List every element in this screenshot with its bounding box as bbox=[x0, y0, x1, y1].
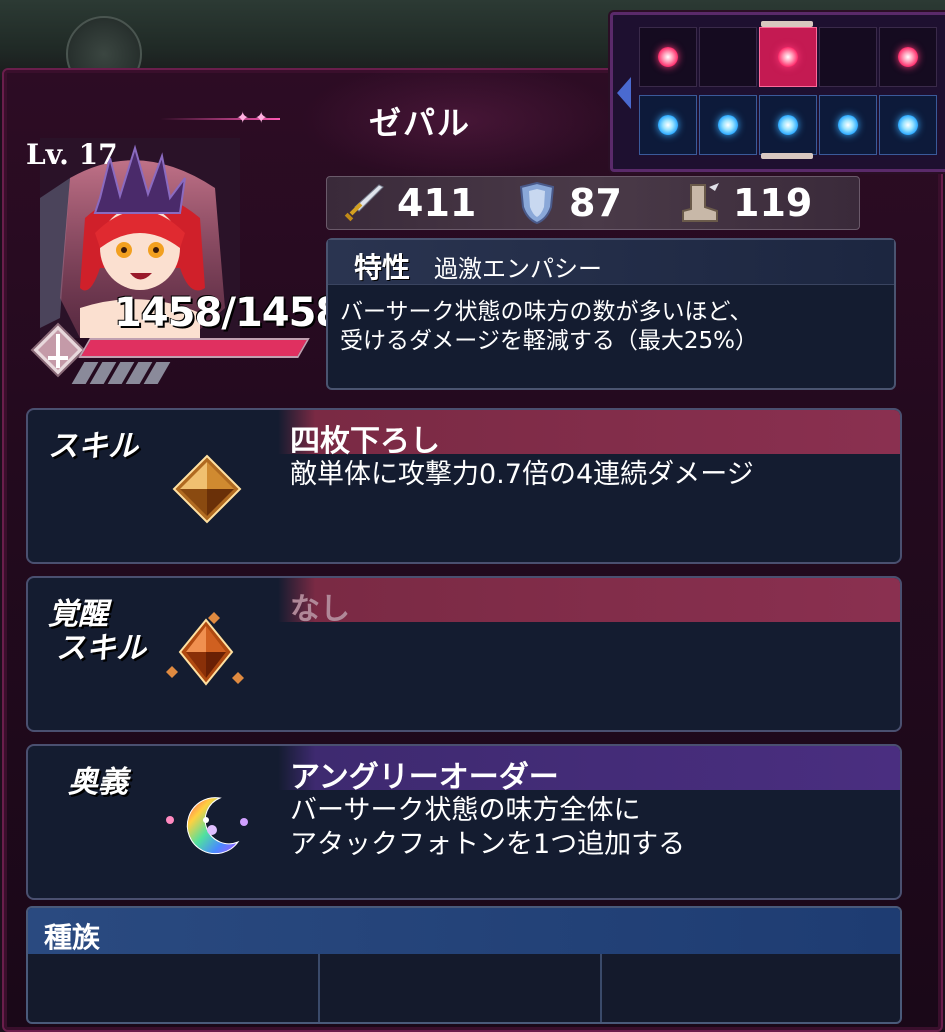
character-level: Lv. 17 bbox=[26, 138, 118, 171]
photon-tab-bottom bbox=[761, 153, 813, 159]
sparkle-icon: ✦ ✦ bbox=[236, 108, 268, 127]
awakened-skill-label: 覚醒 スキル bbox=[48, 598, 146, 666]
blue-photon-icon bbox=[718, 115, 738, 135]
ougi-description-line: アタックフォトンを1つ追加する bbox=[290, 829, 686, 860]
race-panel: 種族 bbox=[26, 906, 902, 1024]
stats-bar: 411 87 119 bbox=[326, 176, 860, 230]
photon-slot bbox=[879, 95, 937, 155]
photon-row bbox=[639, 95, 939, 155]
blue-photon-icon bbox=[838, 115, 858, 135]
race-slot bbox=[320, 954, 602, 1022]
photon-slot bbox=[639, 27, 697, 87]
awakened-skill-panel[interactable]: 覚醒 スキル なし bbox=[26, 576, 902, 732]
photon-slot bbox=[639, 95, 697, 155]
shield-icon bbox=[519, 181, 555, 225]
photon-slot bbox=[819, 27, 877, 87]
defense-value: 87 bbox=[569, 181, 622, 225]
blue-photon-icon bbox=[778, 115, 798, 135]
trait-description: バーサーク状態の味方の数が多いほど、 受けるダメージを軽減する（最大25%） bbox=[340, 298, 880, 356]
skill-description: 敵単体に攻撃力0.7倍の4連続ダメージ bbox=[290, 459, 754, 490]
red-photon-icon bbox=[898, 47, 918, 67]
defense-stat: 87 bbox=[517, 177, 622, 229]
ougi-name: アングリーオーダー bbox=[290, 760, 559, 795]
race-title: 種族 bbox=[44, 921, 101, 954]
trait-header: 特性 過激エンパシー bbox=[328, 240, 894, 285]
sword-icon bbox=[344, 184, 384, 222]
attack-stat: 411 bbox=[341, 177, 476, 229]
attack-value: 411 bbox=[397, 181, 477, 225]
red-photon-icon bbox=[778, 47, 798, 67]
trait-description-line: バーサーク状態の味方の数が多いほど、 bbox=[340, 299, 753, 325]
photon-slot bbox=[879, 27, 937, 87]
ougi-label: 奥義 bbox=[68, 765, 128, 800]
speed-value: 119 bbox=[733, 181, 813, 225]
trait-description-line: 受けるダメージを軽減する（最大25%） bbox=[340, 328, 758, 354]
photon-panel bbox=[610, 12, 945, 172]
photon-slot bbox=[699, 27, 757, 87]
gauge-stripes bbox=[71, 362, 171, 384]
trait-name: 過激エンパシー bbox=[434, 255, 602, 283]
photon-arrow-icon bbox=[617, 77, 631, 109]
race-slot bbox=[28, 954, 320, 1022]
red-photon-icon bbox=[658, 47, 678, 67]
attack-photon-row bbox=[639, 27, 939, 87]
race-slot bbox=[602, 954, 898, 1022]
skill-panel[interactable]: スキル 四枚下ろし 敵単体に攻撃力0.7倍の4連続ダメージ bbox=[26, 408, 902, 564]
hp-bar bbox=[78, 338, 310, 358]
trait-panel: 特性 過激エンパシー バーサーク状態の味方の数が多いほど、 受けるダメージを軽減… bbox=[326, 238, 896, 390]
awakened-skill-header bbox=[278, 578, 900, 622]
awakened-skill-label-line: スキル bbox=[56, 631, 146, 666]
gem-icon bbox=[172, 454, 242, 524]
moon-icon bbox=[166, 797, 248, 855]
hp-value: 1458/1458 bbox=[114, 290, 343, 336]
blue-photon-icon bbox=[898, 115, 918, 135]
speed-stat: 119 bbox=[677, 177, 812, 229]
character-name: ゼパル bbox=[368, 104, 471, 142]
ougi-description-line: バーサーク状態の味方全体に bbox=[290, 795, 641, 826]
photon-slot bbox=[759, 95, 817, 155]
skill-name: 四枚下ろし bbox=[290, 424, 440, 459]
ougi-panel[interactable]: 奥義 アングリーオーダー バーサーク状態の味方全体に アタックフォトンを1つ追加… bbox=[26, 744, 902, 900]
photon-slot bbox=[699, 95, 757, 155]
hp-bar-fill bbox=[81, 340, 307, 356]
photon-slot-highlighted bbox=[759, 27, 817, 87]
photon-slot bbox=[819, 95, 877, 155]
awakened-skill-name: なし bbox=[290, 592, 350, 627]
blue-photon-icon bbox=[658, 115, 678, 135]
ougi-description: バーサーク状態の味方全体に アタックフォトンを1つ追加する bbox=[290, 794, 880, 862]
skill-label: スキル bbox=[48, 429, 138, 464]
trait-label: 特性 bbox=[354, 251, 411, 284]
race-header: 種族 bbox=[28, 908, 900, 954]
boot-icon bbox=[682, 183, 719, 222]
awakened-skill-label-line: 覚醒 bbox=[48, 597, 108, 632]
awakened-gem-icon bbox=[166, 612, 244, 686]
